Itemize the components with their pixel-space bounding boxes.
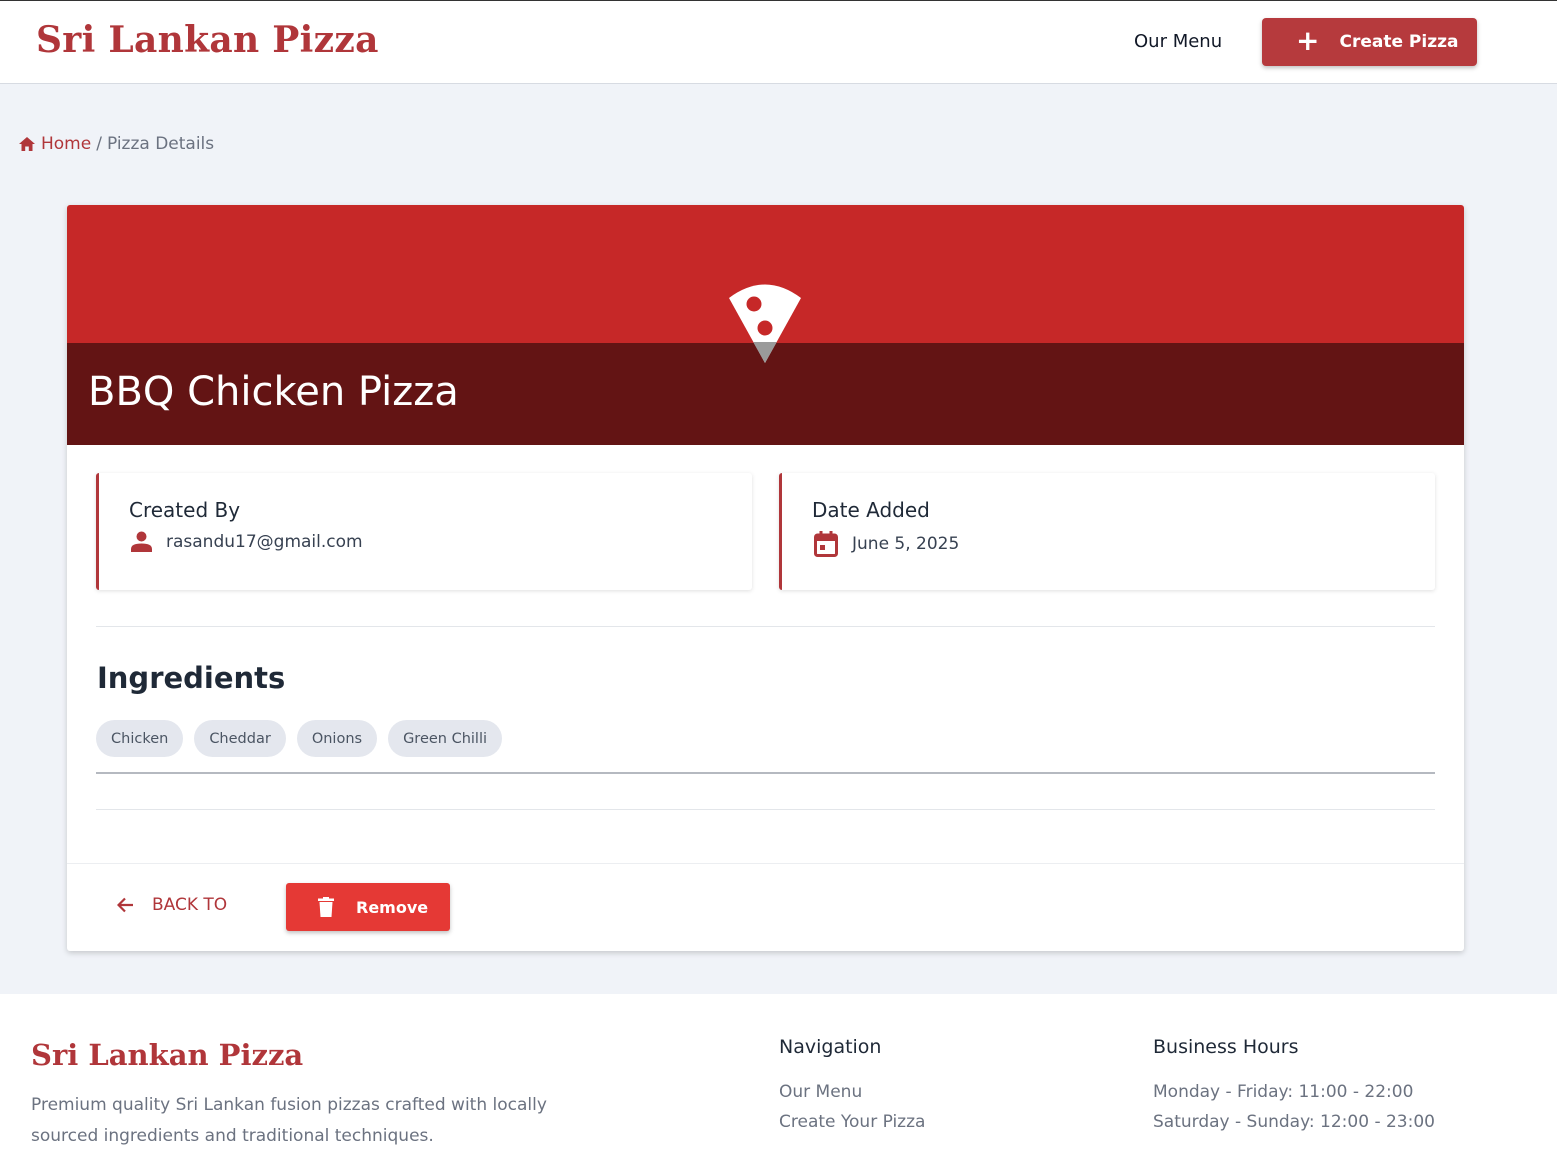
breadcrumb-separator: / [96, 134, 102, 154]
ingredient-chip: Onions [296, 720, 378, 757]
ingredient-chip: Cheddar [194, 720, 286, 757]
footer-brand: Sri Lankan Pizza [31, 1038, 304, 1072]
hours-weekdays: Monday - Friday: 11:00 - 22:00 [1153, 1082, 1414, 1102]
date-added-value: June 5, 2025 [814, 531, 959, 557]
breadcrumb-home-label: Home [41, 134, 92, 154]
pizza-detail-card: BBQ Chicken Pizza Created By rasandu17@g… [67, 205, 1464, 951]
back-button-label: BACK TO [152, 895, 228, 915]
person-icon [131, 531, 152, 552]
section-divider [96, 809, 1435, 810]
breadcrumb-home-link[interactable]: Home [19, 134, 91, 154]
card-actions-divider [67, 863, 1464, 864]
footer-link-our-menu[interactable]: Our Menu [779, 1082, 862, 1102]
breadcrumb-current: Pizza Details [106, 134, 215, 154]
remove-button[interactable]: Remove [286, 883, 450, 931]
ingredients-underline [96, 772, 1435, 774]
footer-hours-heading: Business Hours [1153, 1036, 1299, 1058]
ingredients-heading: Ingredients [97, 661, 286, 695]
date-added-card: Date Added June 5, 2025 [779, 473, 1435, 590]
calendar-icon [814, 531, 838, 557]
brand-logo[interactable]: Sri Lankan Pizza [36, 19, 379, 61]
section-divider [96, 626, 1435, 627]
footer-description: Premium quality Sri Lankan fusion pizzas… [31, 1095, 547, 1146]
nav-our-menu-link[interactable]: Our Menu [1134, 31, 1222, 52]
remove-button-label: Remove [356, 897, 429, 917]
footer-navigation-heading: Navigation [779, 1036, 882, 1058]
trash-icon [318, 897, 334, 917]
date-added-label: Date Added [812, 498, 930, 522]
created-by-card: Created By rasandu17@gmail.com [96, 473, 752, 590]
site-footer: Sri Lankan Pizza Premium quality Sri Lan… [0, 994, 1557, 1163]
breadcrumb: Home / Pizza Details [19, 134, 214, 154]
pizza-title: BBQ Chicken Pizza [88, 369, 459, 415]
create-pizza-button[interactable]: + Create Pizza [1262, 18, 1477, 66]
back-button[interactable]: BACK TO [117, 895, 227, 915]
created-by-value: rasandu17@gmail.com [131, 531, 363, 552]
footer-link-create-pizza[interactable]: Create Your Pizza [779, 1112, 925, 1132]
hours-weekend: Saturday - Sunday: 12:00 - 23:00 [1153, 1112, 1435, 1132]
arrow-left-icon [117, 897, 133, 913]
ingredient-chip-list: Chicken Cheddar Onions Green Chilli [96, 720, 513, 757]
home-icon [19, 137, 35, 151]
plus-icon: + [1296, 23, 1320, 57]
date-added-text: June 5, 2025 [852, 534, 960, 554]
top-navbar: Sri Lankan Pizza Our Menu + Create Pizza [0, 0, 1557, 84]
ingredient-chip: Chicken [96, 720, 184, 757]
ingredient-chip: Green Chilli [388, 720, 503, 757]
created-by-email: rasandu17@gmail.com [166, 531, 363, 552]
pizza-slice-icon [729, 284, 801, 363]
create-pizza-label: Create Pizza [1339, 32, 1459, 52]
created-by-label: Created By [129, 498, 241, 522]
